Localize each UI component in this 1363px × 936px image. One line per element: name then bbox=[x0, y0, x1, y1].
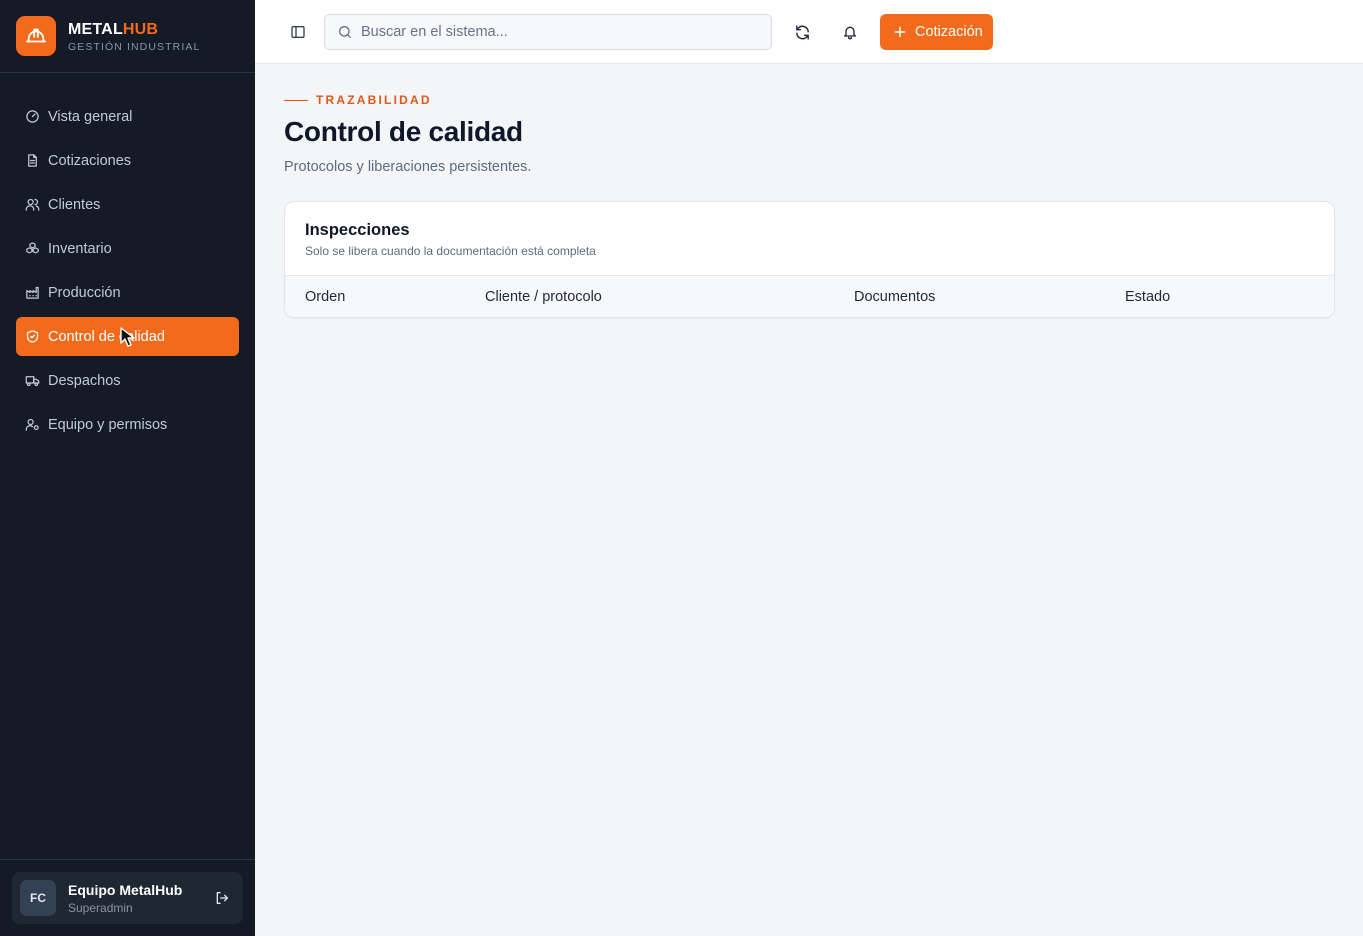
user-card: FC Equipo MetalHub Superadmin bbox=[12, 872, 243, 924]
sidebar: METALHUB GESTIÓN INDUSTRIAL Vista genera… bbox=[0, 0, 255, 936]
shield-check-icon bbox=[24, 329, 40, 345]
sidebar-item-label: Equipo y permisos bbox=[48, 416, 168, 433]
sidebar-nav: Vista general Cotizaciones Clientes Inve… bbox=[16, 97, 239, 449]
new-quote-label: Cotización bbox=[915, 24, 983, 40]
boxes-icon bbox=[24, 241, 40, 257]
hardhat-icon bbox=[16, 16, 56, 56]
search-icon bbox=[337, 24, 353, 40]
search-input[interactable] bbox=[361, 24, 741, 40]
sidebar-item-label: Inventario bbox=[48, 240, 112, 257]
gauge-icon bbox=[24, 109, 40, 125]
sidebar-toggle-icon[interactable] bbox=[283, 17, 313, 47]
plus-icon bbox=[893, 25, 907, 39]
main-content: TRAZABILIDAD Control de calidad Protocol… bbox=[284, 64, 1335, 318]
column-header-cliente-protocolo: Cliente / protocolo bbox=[485, 288, 602, 305]
column-header-documentos: Documentos bbox=[854, 288, 936, 305]
eyebrow: TRAZABILIDAD bbox=[284, 93, 1335, 107]
sidebar-item-equipo-y-permisos[interactable]: Equipo y permisos bbox=[16, 405, 239, 444]
factory-icon bbox=[24, 285, 40, 301]
sidebar-item-control-de-calidad[interactable]: Control de calidad bbox=[16, 317, 239, 356]
sidebar-item-label: Cotizaciones bbox=[48, 152, 132, 169]
card-header: Inspecciones Solo se libera cuando la do… bbox=[285, 202, 1334, 276]
card-subtitle: Solo se libera cuando la documentación e… bbox=[305, 244, 596, 258]
sidebar-divider bbox=[0, 859, 255, 860]
eyebrow-line bbox=[284, 99, 308, 101]
sidebar-item-produccion[interactable]: Producción bbox=[16, 273, 239, 312]
search-box bbox=[324, 14, 772, 50]
column-header-orden: Orden bbox=[305, 288, 346, 305]
topbar: Cotización bbox=[255, 0, 1363, 64]
table-header: Orden Cliente / protocolo Documentos Est… bbox=[285, 276, 1334, 317]
document-icon bbox=[24, 153, 40, 169]
avatar: FC bbox=[20, 880, 56, 916]
card-title: Inspecciones bbox=[305, 221, 410, 239]
sidebar-item-label: Producción bbox=[48, 284, 121, 301]
sidebar-item-label: Control de calidad bbox=[48, 328, 165, 345]
refresh-icon[interactable] bbox=[787, 17, 817, 47]
user-name: Equipo MetalHub bbox=[68, 881, 183, 898]
sidebar-item-label: Vista general bbox=[48, 108, 133, 125]
truck-icon bbox=[24, 373, 40, 389]
column-header-estado: Estado bbox=[1125, 288, 1171, 305]
user-role: Superadmin bbox=[68, 900, 133, 915]
eyebrow-label: TRAZABILIDAD bbox=[316, 93, 432, 107]
page-subtitle: Protocolos y liberaciones persistentes. bbox=[284, 159, 532, 175]
bell-icon[interactable] bbox=[835, 17, 865, 47]
sidebar-item-cotizaciones[interactable]: Cotizaciones bbox=[16, 141, 239, 180]
new-quote-button[interactable]: Cotización bbox=[880, 14, 993, 50]
sidebar-item-vista-general[interactable]: Vista general bbox=[16, 97, 239, 136]
user-cog-icon bbox=[24, 417, 40, 433]
users-icon bbox=[24, 197, 40, 213]
page-title: Control de calidad bbox=[284, 116, 523, 147]
brand-name: METALHUB bbox=[68, 20, 159, 38]
sidebar-item-despachos[interactable]: Despachos bbox=[16, 361, 239, 400]
inspections-card: Inspecciones Solo se libera cuando la do… bbox=[284, 201, 1335, 318]
sidebar-item-inventario[interactable]: Inventario bbox=[16, 229, 239, 268]
sidebar-item-label: Clientes bbox=[48, 196, 101, 213]
sidebar-item-clientes[interactable]: Clientes bbox=[16, 185, 239, 224]
sidebar-item-label: Despachos bbox=[48, 372, 121, 389]
brand: METALHUB GESTIÓN INDUSTRIAL bbox=[0, 0, 255, 73]
logout-icon[interactable] bbox=[207, 883, 237, 913]
brand-subtitle: GESTIÓN INDUSTRIAL bbox=[68, 40, 201, 53]
